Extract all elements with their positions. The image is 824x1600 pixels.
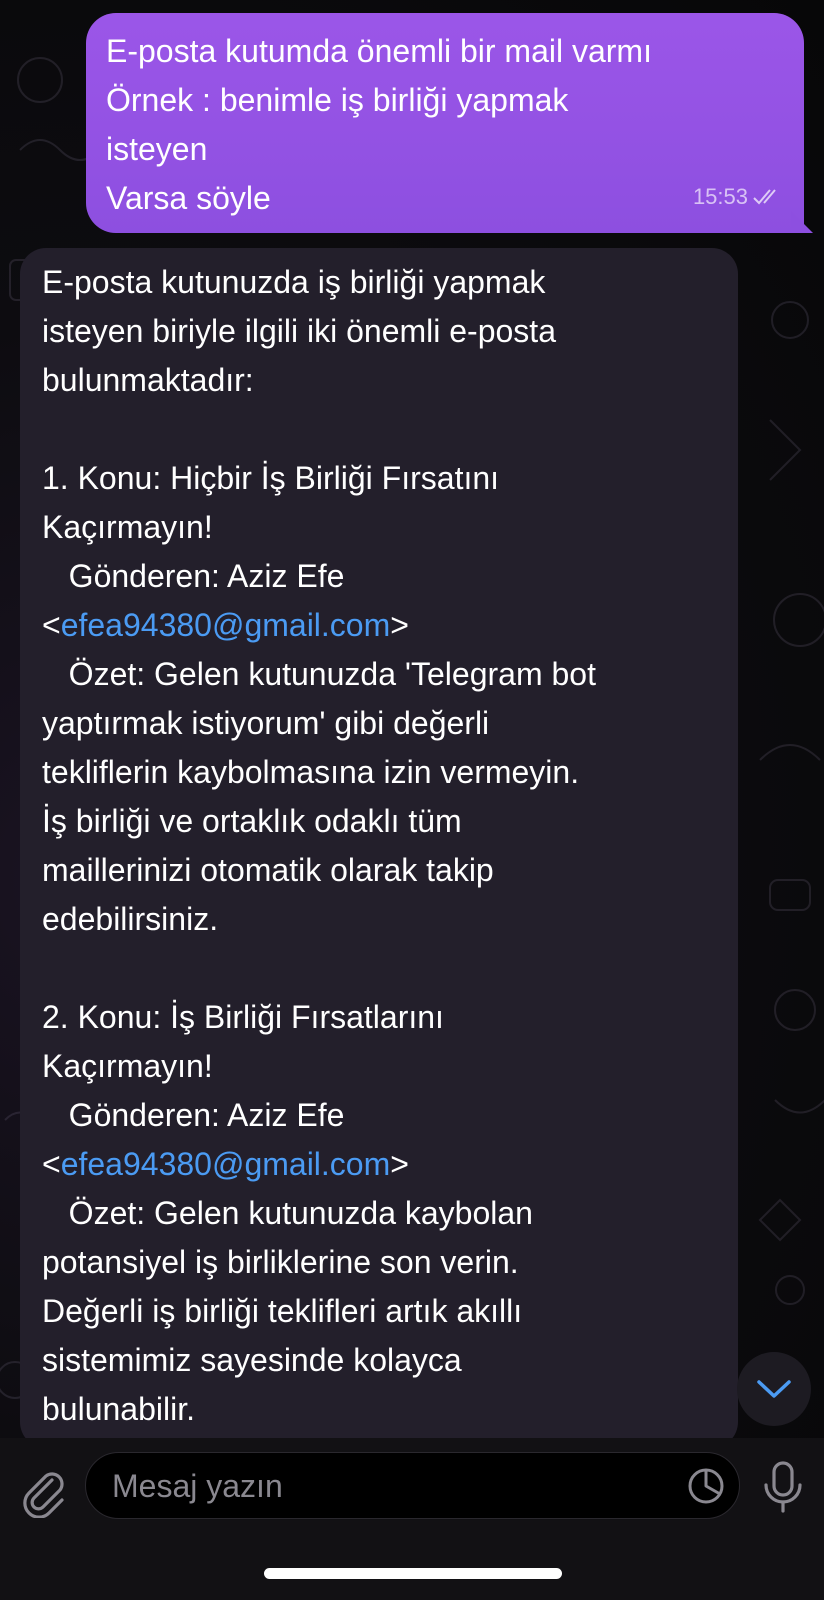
scroll-down-button[interactable] xyxy=(737,1352,811,1426)
sticker-icon[interactable] xyxy=(687,1467,725,1505)
email-subject: Kaçırmayın! xyxy=(42,1048,213,1084)
chat-screen: E-posta kutumda önemli bir mail varmı Ör… xyxy=(0,0,824,1600)
email-address-line: <efea94380@gmail.com> xyxy=(42,601,720,650)
email-summary: Özet: Gelen kutunuzda kaybolan xyxy=(42,1195,533,1231)
outgoing-message-line: E-posta kutumda önemli bir mail varmı xyxy=(106,33,652,69)
email-summary: potansiyel iş birliklerine son verin. xyxy=(42,1244,519,1280)
incoming-message-bubble[interactable]: E-posta kutunuzda iş birliği yapmak iste… xyxy=(20,248,738,1448)
message-line: bulunmaktadır: xyxy=(42,362,254,398)
outgoing-message-bubble[interactable]: E-posta kutumda önemli bir mail varmı Ör… xyxy=(86,13,813,233)
email-summary: maillerinizi otomatik olarak takip xyxy=(42,852,494,888)
outgoing-message-line: isteyen xyxy=(106,131,208,167)
email-summary: edebilirsiniz. xyxy=(42,901,219,937)
outgoing-message-line: Varsa söyle xyxy=(106,180,271,216)
email-summary: bulunabilir. xyxy=(42,1391,195,1427)
bracket: < xyxy=(42,607,61,643)
email-sender: Gönderen: Aziz Efe xyxy=(42,558,345,594)
message-input[interactable] xyxy=(110,1453,654,1520)
email-subject: 1. Konu: Hiçbir İş Birliği Fırsatını xyxy=(42,460,500,496)
paperclip-icon[interactable] xyxy=(18,1466,70,1518)
email-sender: Gönderen: Aziz Efe xyxy=(42,1097,345,1133)
email-subject: 2. Konu: İş Birliği Fırsatlarını xyxy=(42,999,444,1035)
email-summary: tekliflerin kaybolmasına izin vermeyin. xyxy=(42,754,580,790)
message-composer xyxy=(0,1438,824,1600)
message-input-container xyxy=(85,1452,740,1520)
microphone-icon[interactable] xyxy=(758,1460,808,1514)
email-summary: İş birliği ve ortaklık odaklı tüm xyxy=(42,803,462,839)
email-summary: sistemimiz sayesinde kolayca xyxy=(42,1342,462,1378)
email-link[interactable]: efea94380@gmail.com xyxy=(61,607,391,643)
chevron-down-icon xyxy=(757,1380,791,1398)
email-summary: Özet: Gelen kutunuzda 'Telegram bot xyxy=(42,656,596,692)
home-indicator xyxy=(264,1568,562,1579)
outgoing-message-line: Örnek : benimle iş birliği yapmak xyxy=(106,82,569,118)
bracket: > xyxy=(390,1146,409,1182)
double-check-icon xyxy=(753,188,776,204)
email-subject: Kaçırmayın! xyxy=(42,509,213,545)
email-address-line: <efea94380@gmail.com> xyxy=(42,1140,720,1189)
message-time: 15:53 xyxy=(692,184,748,209)
email-link[interactable]: efea94380@gmail.com xyxy=(61,1146,391,1182)
message-line: E-posta kutunuzda iş birliği yapmak xyxy=(42,264,546,300)
email-summary: yaptırmak istiyorum' gibi değerli xyxy=(42,705,490,741)
bracket: < xyxy=(42,1146,61,1182)
message-meta: 15:53 xyxy=(693,172,782,221)
email-summary: Değerli iş birliği teklifleri artık akıl… xyxy=(42,1293,523,1329)
message-line: isteyen biriyle ilgili iki önemli e-post… xyxy=(42,313,556,349)
bracket: > xyxy=(390,607,409,643)
